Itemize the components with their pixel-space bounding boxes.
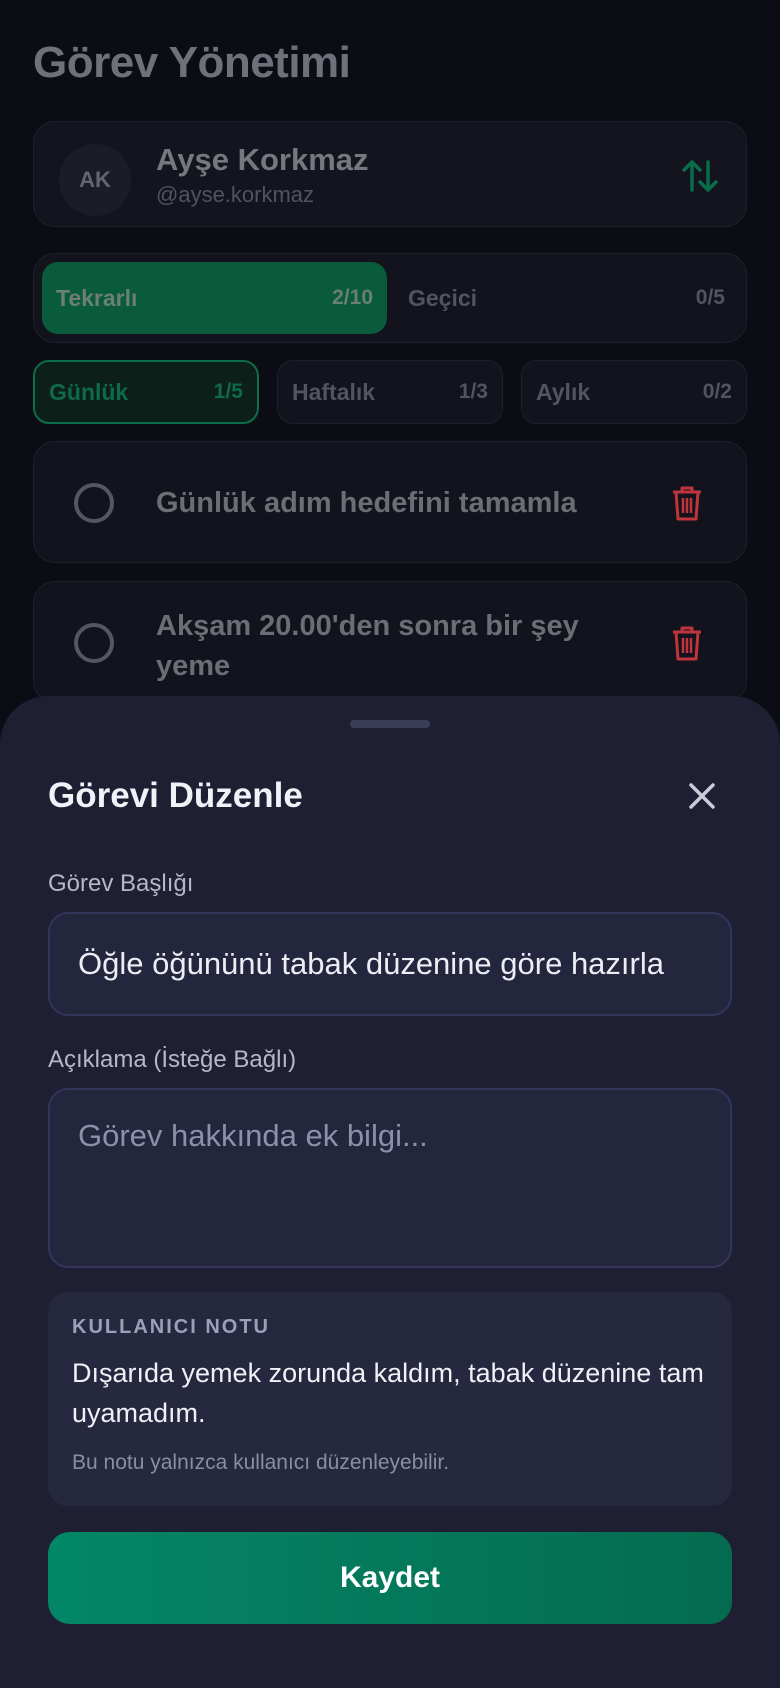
task-item[interactable]: Akşam 20.00'den sonra bir şey yeme [33, 581, 747, 703]
user-note-label: KULLANICI NOTU [72, 1316, 270, 1338]
sort-icon[interactable] [680, 156, 720, 196]
tab-label: Tekrarlı [56, 284, 138, 311]
user-handle: @ayse.korkmaz [156, 182, 315, 207]
description-field-label: Açıklama (İsteğe Bağlı) [48, 1046, 297, 1073]
description-input[interactable] [48, 1088, 732, 1268]
user-name: Ayşe Korkmaz [156, 142, 369, 177]
tab-count: 2/10 [332, 286, 373, 309]
tab-label: Aylık [536, 378, 591, 405]
save-button[interactable]: Kaydet [48, 1532, 732, 1624]
tab-label: Günlük [49, 378, 129, 405]
tab-recurring[interactable]: Tekrarlı 2/10 [42, 262, 387, 334]
user-note-text: Dışarıda yemek zorunda kaldım, tabak düz… [72, 1358, 704, 1428]
tab-monthly[interactable]: Aylık 0/2 [521, 360, 747, 424]
trash-icon[interactable] [670, 484, 704, 522]
sheet-drag-handle[interactable] [350, 720, 430, 728]
sheet-title: Görevi Düzenle [48, 776, 303, 815]
task-text: Akşam 20.00'den sonra bir şey yeme [156, 610, 579, 682]
task-checkbox[interactable] [74, 483, 114, 523]
tab-label: Geçici [408, 284, 478, 311]
avatar: AK [59, 144, 131, 216]
task-text: Günlük adım hedefini tamamla [156, 487, 577, 519]
task-item[interactable]: Günlük adım hedefini tamamla [33, 441, 747, 563]
trash-icon[interactable] [670, 624, 704, 662]
tab-count: 1/3 [458, 380, 488, 403]
tab-label: Haftalık [292, 378, 376, 405]
tab-weekly[interactable]: Haftalık 1/3 [277, 360, 503, 424]
page-title: Görev Yönetimi [33, 38, 351, 87]
tab-count: 0/2 [702, 380, 732, 403]
tab-daily[interactable]: Günlük 1/5 [33, 360, 259, 424]
user-note-hint: Bu notu yalnızca kullanıcı düzenleyebili… [72, 1451, 450, 1474]
title-field-label: Görev Başlığı [48, 870, 194, 897]
title-input[interactable] [48, 912, 732, 1016]
tab-count: 0/5 [695, 286, 725, 309]
task-checkbox[interactable] [74, 623, 114, 663]
edit-task-sheet: Görevi Düzenle Görev Başlığı Açıklama (İ… [0, 696, 780, 1688]
user-note-card: KULLANICI NOTU Dışarıda yemek zorunda ka… [48, 1292, 732, 1506]
user-card[interactable]: AK Ayşe Korkmaz @ayse.korkmaz [33, 121, 747, 227]
task-type-tabs: Tekrarlı 2/10 Geçici 0/5 [33, 253, 747, 343]
close-icon[interactable] [686, 780, 718, 812]
tab-temporary[interactable]: Geçici 0/5 [394, 262, 739, 334]
tab-count: 1/5 [213, 380, 243, 403]
